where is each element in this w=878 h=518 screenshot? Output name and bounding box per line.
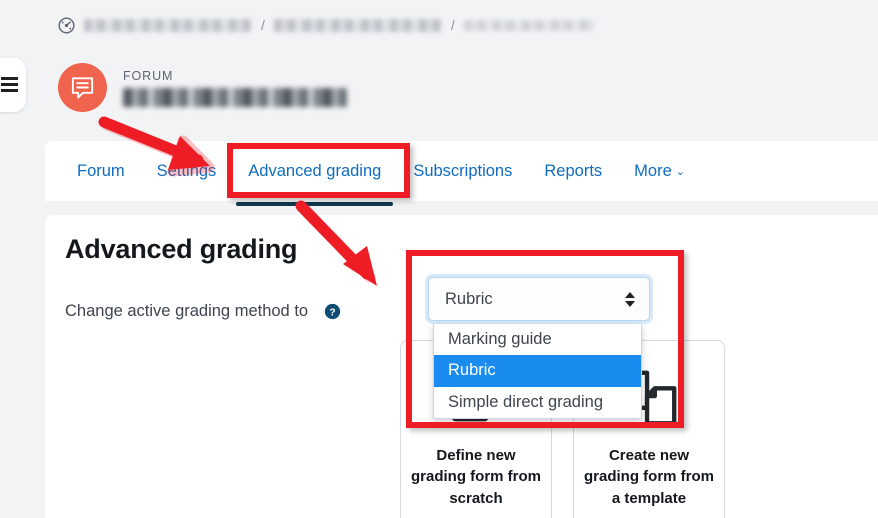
dashboard-speedometer-icon[interactable] [58,16,75,34]
tab-forum[interactable]: Forum [61,152,141,191]
page-title: Advanced grading [65,234,298,264]
select-control[interactable]: Rubric [428,277,650,321]
breadcrumb: / / [58,14,594,36]
grading-method-label: Change active grading method to [65,302,309,320]
tab-advanced-grading[interactable]: Advanced grading [232,152,397,206]
help-question-circle-icon[interactable]: ? [324,303,341,320]
grading-method-select[interactable]: Rubric Marking guide Rubric Simple direc… [428,277,650,419]
grading-method-row: Change active grading method to ? [65,302,341,321]
updown-spinner-icon [625,291,635,307]
select-option-simple-direct-grading[interactable]: Simple direct grading [434,387,641,418]
activity-header: FORUM [58,63,347,112]
tab-label: Forum [77,161,125,180]
tab-settings[interactable]: Settings [141,152,233,191]
tab-subscriptions[interactable]: Subscriptions [397,152,528,191]
tab-label: Advanced grading [248,161,382,180]
breadcrumb-item-1[interactable] [84,18,252,32]
tab-label: Settings [156,161,217,180]
list-menu-icon [0,76,18,94]
chevron-down-icon: ⌄ [675,165,685,178]
select-options-list: Marking guide Rubric Simple direct gradi… [433,324,642,419]
breadcrumb-separator: / [261,17,265,33]
breadcrumb-item-3 [463,19,594,31]
tab-reports[interactable]: Reports [528,152,618,191]
breadcrumb-separator: / [450,17,455,33]
tab-more[interactable]: More ⌄ [618,152,701,191]
tab-label: Reports [544,161,603,180]
forum-speech-bubble-icon [58,63,107,112]
drawer-toggle-button[interactable] [0,58,26,112]
activity-type-label: FORUM [123,68,174,83]
card-label: Define new grading form from scratch [411,447,541,507]
card-label: Create new grading form from a template [584,447,714,507]
breadcrumb-item-2[interactable] [273,18,442,32]
tab-label: More [634,161,672,180]
secondary-nav-tabs: Forum Settings Advanced grading Subscrip… [45,141,878,206]
tab-label: Subscriptions [413,161,513,180]
select-option-rubric[interactable]: Rubric [434,355,641,387]
select-value: Rubric [445,289,493,308]
select-option-marking-guide[interactable]: Marking guide [434,324,641,355]
activity-title [123,87,347,107]
svg-text:?: ? [329,307,335,318]
